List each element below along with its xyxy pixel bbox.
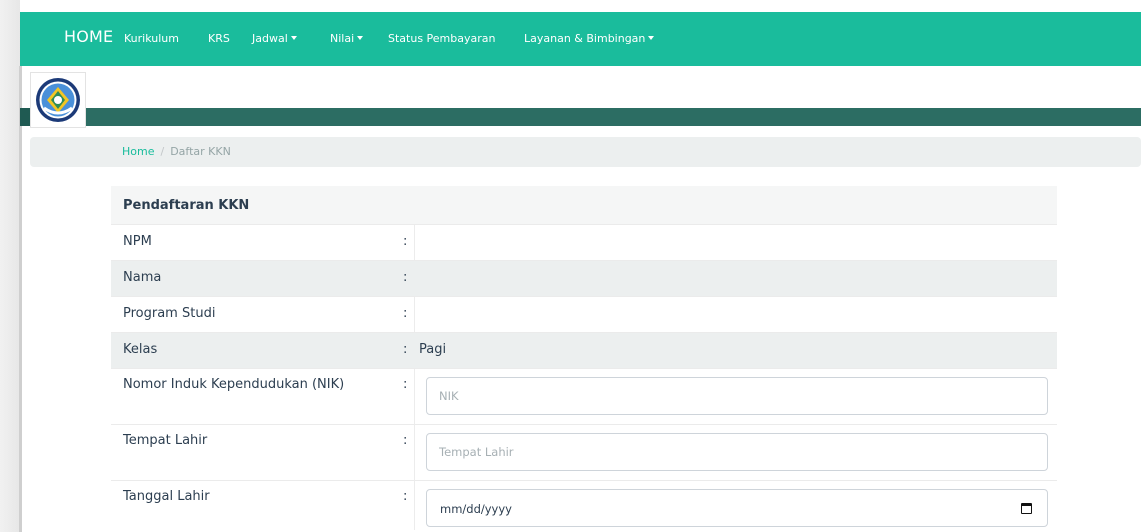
chevron-down-icon (357, 36, 364, 40)
kelas-label: Kelas (123, 342, 158, 357)
left-rail (0, 0, 20, 532)
row-colon: : (403, 489, 408, 504)
column-divider (414, 225, 415, 260)
form-header-row: Pendaftaran KKN (111, 186, 1057, 224)
nav-item-label: Layanan & Bimbingan (524, 32, 646, 45)
nik-label: Nomor Induk Kependudukan (NIK) (123, 377, 345, 392)
nav-item-label: Kurikulum (124, 32, 179, 45)
university-seal-logo-icon (36, 78, 80, 122)
row-colon: : (403, 433, 408, 448)
date-format-text: mm/dd/yyyy (440, 502, 512, 516)
row-colon: : (403, 306, 408, 321)
table-row-npm: NPM : (111, 224, 1057, 260)
row-colon: : (403, 377, 408, 392)
breadcrumb-home-link[interactable]: Home (122, 145, 154, 158)
table-row-nama: Nama : (111, 260, 1057, 296)
column-divider (414, 425, 415, 480)
breadcrumb-current: Daftar KKN (170, 145, 231, 158)
nav-item-label: KRS (208, 32, 230, 45)
nav-item-nilai[interactable]: Nilai (330, 32, 364, 45)
nav-item-label: Jadwal (252, 32, 288, 45)
tempat-lahir-label: Tempat Lahir (123, 433, 208, 448)
nav-item-krs[interactable]: KRS (208, 32, 230, 45)
program-studi-label: Program Studi (123, 306, 216, 321)
registration-form-table: Pendaftaran KKN NPM : Nama : Program Stu… (111, 186, 1057, 530)
nav-item-label: Nilai (330, 32, 355, 45)
table-row-kelas: Kelas : Pagi (111, 332, 1057, 368)
form-title: Pendaftaran KKN (123, 198, 250, 213)
chevron-down-icon (290, 36, 297, 40)
nav-home-brand[interactable]: HOME (64, 27, 113, 46)
nav-item-kurikulum[interactable]: Kurikulum (124, 32, 179, 45)
npm-label: NPM (123, 234, 152, 249)
chevron-down-icon (648, 36, 655, 40)
nik-input[interactable] (426, 377, 1048, 415)
column-divider (414, 297, 415, 332)
row-colon: : (403, 234, 408, 249)
row-colon: : (403, 342, 408, 357)
column-divider (414, 481, 415, 530)
table-row-tempat-lahir: Tempat Lahir : (111, 424, 1057, 480)
table-row-tanggal-lahir: Tanggal Lahir : mm/dd/yyyy (111, 480, 1057, 530)
nama-label: Nama (123, 270, 162, 285)
header-banner-strip (20, 108, 1141, 126)
tanggal-lahir-label: Tanggal Lahir (123, 489, 210, 504)
column-divider (414, 369, 415, 424)
nav-item-label: Status Pembayaran (388, 32, 496, 45)
table-row-nik: Nomor Induk Kependudukan (NIK) : (111, 368, 1057, 424)
table-row-program-studi: Program Studi : (111, 296, 1057, 332)
tanggal-lahir-date-input[interactable]: mm/dd/yyyy (426, 489, 1048, 527)
calendar-icon[interactable] (1021, 503, 1032, 514)
nav-item-layanan-bimbingan[interactable]: Layanan & Bimbingan (524, 32, 655, 45)
top-navbar: HOME Kurikulum KRS Jadwal Nilai Status P… (20, 12, 1141, 66)
nav-item-status-pembayaran[interactable]: Status Pembayaran (388, 32, 495, 45)
left-rail-divider (19, 66, 22, 532)
kelas-value: Pagi (419, 342, 447, 357)
row-colon: : (403, 270, 408, 285)
tempat-lahir-input[interactable] (426, 433, 1048, 471)
breadcrumb: Home / Daftar KKN (30, 137, 1141, 167)
nav-item-jadwal[interactable]: Jadwal (252, 32, 297, 45)
university-logo[interactable] (30, 72, 86, 128)
breadcrumb-separator: / (160, 145, 165, 158)
